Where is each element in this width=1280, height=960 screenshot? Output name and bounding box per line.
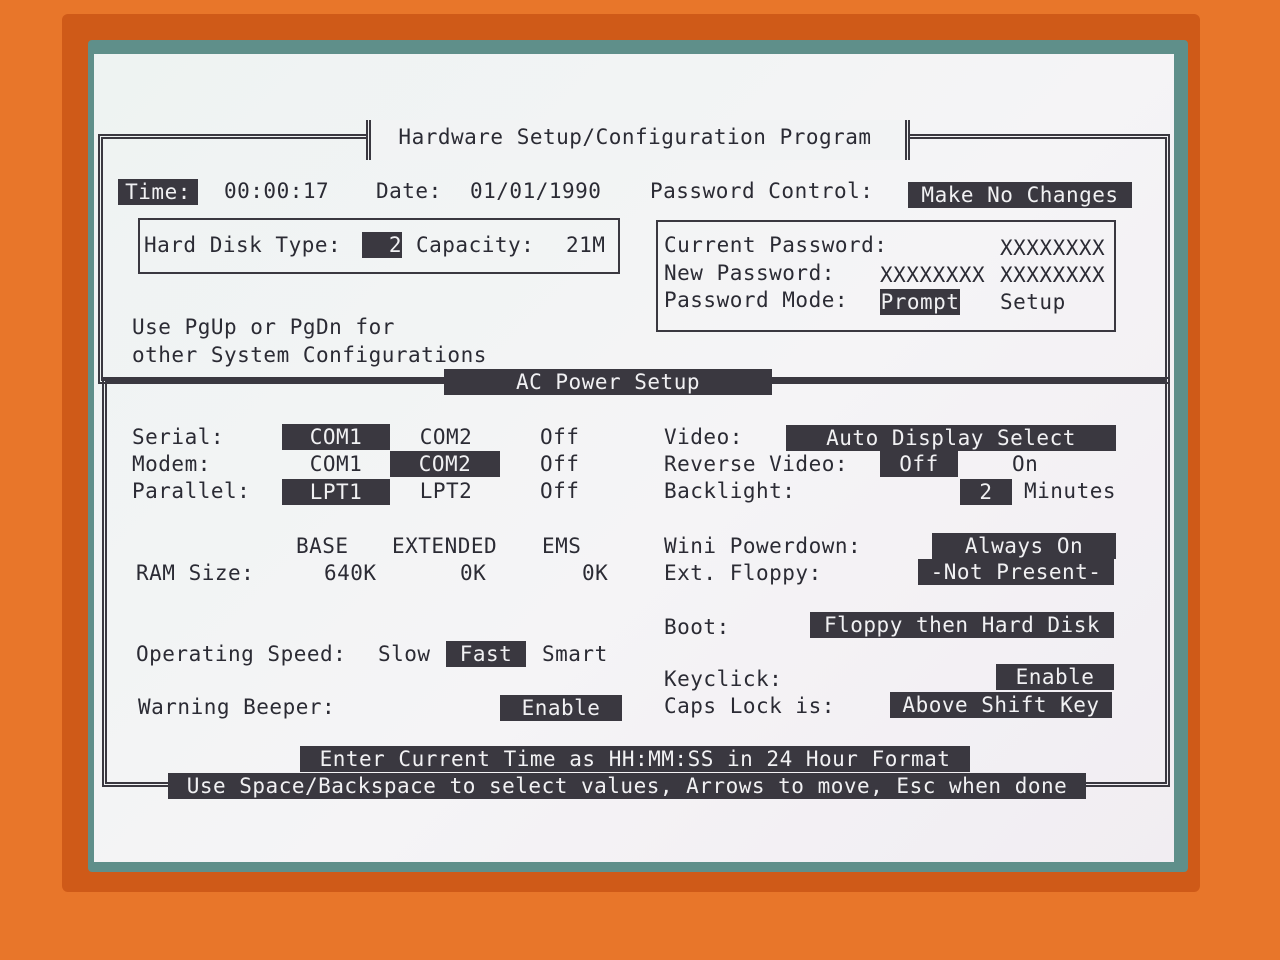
operating-speed-label: Operating Speed: [136, 642, 347, 666]
ram-extended-value: 0K [460, 561, 487, 585]
backlight-value[interactable]: 2 [960, 479, 1012, 505]
ram-extended-header: EXTENDED [392, 534, 498, 558]
speed-smart-option[interactable]: Smart [542, 641, 608, 667]
password-control-value[interactable]: Make No Changes [908, 182, 1132, 208]
password-mode-label: Password Mode: [664, 288, 849, 312]
pg-hint-line2: other System Configurations [132, 343, 487, 367]
current-password-field[interactable]: XXXXXXXX [1000, 235, 1105, 261]
wini-powerdown-label: Wini Powerdown: [664, 534, 862, 558]
parallel-lpt2-option[interactable]: LPT2 [392, 478, 500, 504]
modem-com1-option[interactable]: COM1 [282, 451, 390, 477]
backlight-label: Backlight: [664, 479, 796, 503]
serial-label: Serial: [132, 425, 225, 449]
time-label: Time: [118, 179, 198, 205]
ram-ems-header: EMS [542, 534, 582, 558]
caps-lock-value[interactable]: Above Shift Key [890, 692, 1112, 718]
modem-label: Modem: [132, 452, 211, 476]
warning-beeper-value[interactable]: Enable [500, 695, 622, 721]
new-password-label: New Password: [664, 261, 835, 285]
modem-off-option[interactable]: Off [540, 451, 579, 477]
program-title: Hardware Setup/Configuration Program [398, 125, 872, 149]
speed-slow-option[interactable]: Slow [378, 641, 431, 667]
parallel-off-option[interactable]: Off [540, 478, 579, 504]
parallel-lpt1-option[interactable]: LPT1 [282, 479, 390, 505]
warning-beeper-label: Warning Beeper: [138, 695, 336, 719]
backlight-unit: Minutes [1024, 479, 1117, 503]
capacity-label: Capacity: [416, 233, 535, 257]
ext-floppy-value[interactable]: -Not Present- [918, 559, 1114, 585]
wini-powerdown-value[interactable]: Always On [932, 533, 1116, 559]
ram-ems-value: 0K [582, 561, 609, 585]
hard-disk-type-field[interactable]: 2 [362, 232, 402, 258]
status-hint-line1: Enter Current Time as HH:MM:SS in 24 Hou… [300, 746, 970, 772]
reverse-video-off-option[interactable]: Off [880, 451, 958, 477]
ram-base-header: BASE [296, 534, 349, 558]
lcd-screen: Hardware Setup/Configuration Program Tim… [94, 54, 1174, 862]
password-control-label: Password Control: [650, 179, 874, 203]
keyclick-value[interactable]: Enable [996, 664, 1114, 690]
video-value[interactable]: Auto Display Select [786, 425, 1116, 451]
modem-com2-option[interactable]: COM2 [390, 451, 500, 477]
ext-floppy-label: Ext. Floppy: [664, 561, 822, 585]
caps-lock-label: Caps Lock is: [664, 694, 835, 718]
boot-value[interactable]: Floppy then Hard Disk [810, 612, 1114, 638]
new-password-confirm-field[interactable]: XXXXXXXX [1000, 262, 1105, 288]
ac-power-setup-title: AC Power Setup [444, 369, 772, 395]
pg-hint-line1: Use PgUp or PgDn for [132, 315, 395, 339]
new-password-field[interactable]: XXXXXXXX [880, 262, 985, 288]
date-field[interactable]: 01/01/1990 [470, 178, 601, 204]
serial-com2-option[interactable]: COM2 [392, 424, 500, 450]
date-label: Date: [376, 179, 442, 203]
keyclick-label: Keyclick: [664, 667, 783, 691]
password-mode-setup[interactable]: Setup [1000, 289, 1066, 315]
status-hint-line2: Use Space/Backspace to select values, Ar… [168, 773, 1086, 799]
serial-com1-option[interactable]: COM1 [282, 424, 390, 450]
reverse-video-label: Reverse Video: [664, 452, 849, 476]
hard-disk-type-label: Hard Disk Type: [144, 233, 342, 257]
reverse-video-on-option[interactable]: On [1012, 451, 1038, 477]
capacity-value: 21M [566, 233, 606, 257]
ram-base-value: 640K [324, 561, 377, 585]
password-mode-prompt[interactable]: Prompt [880, 289, 960, 315]
speed-fast-option[interactable]: Fast [446, 641, 526, 667]
boot-label: Boot: [664, 615, 730, 639]
current-password-label: Current Password: [664, 233, 888, 257]
time-field[interactable]: 00:00:17 [224, 178, 329, 204]
ram-size-label: RAM Size: [136, 561, 255, 585]
video-label: Video: [664, 425, 743, 449]
serial-off-option[interactable]: Off [540, 424, 579, 450]
parallel-label: Parallel: [132, 479, 251, 503]
